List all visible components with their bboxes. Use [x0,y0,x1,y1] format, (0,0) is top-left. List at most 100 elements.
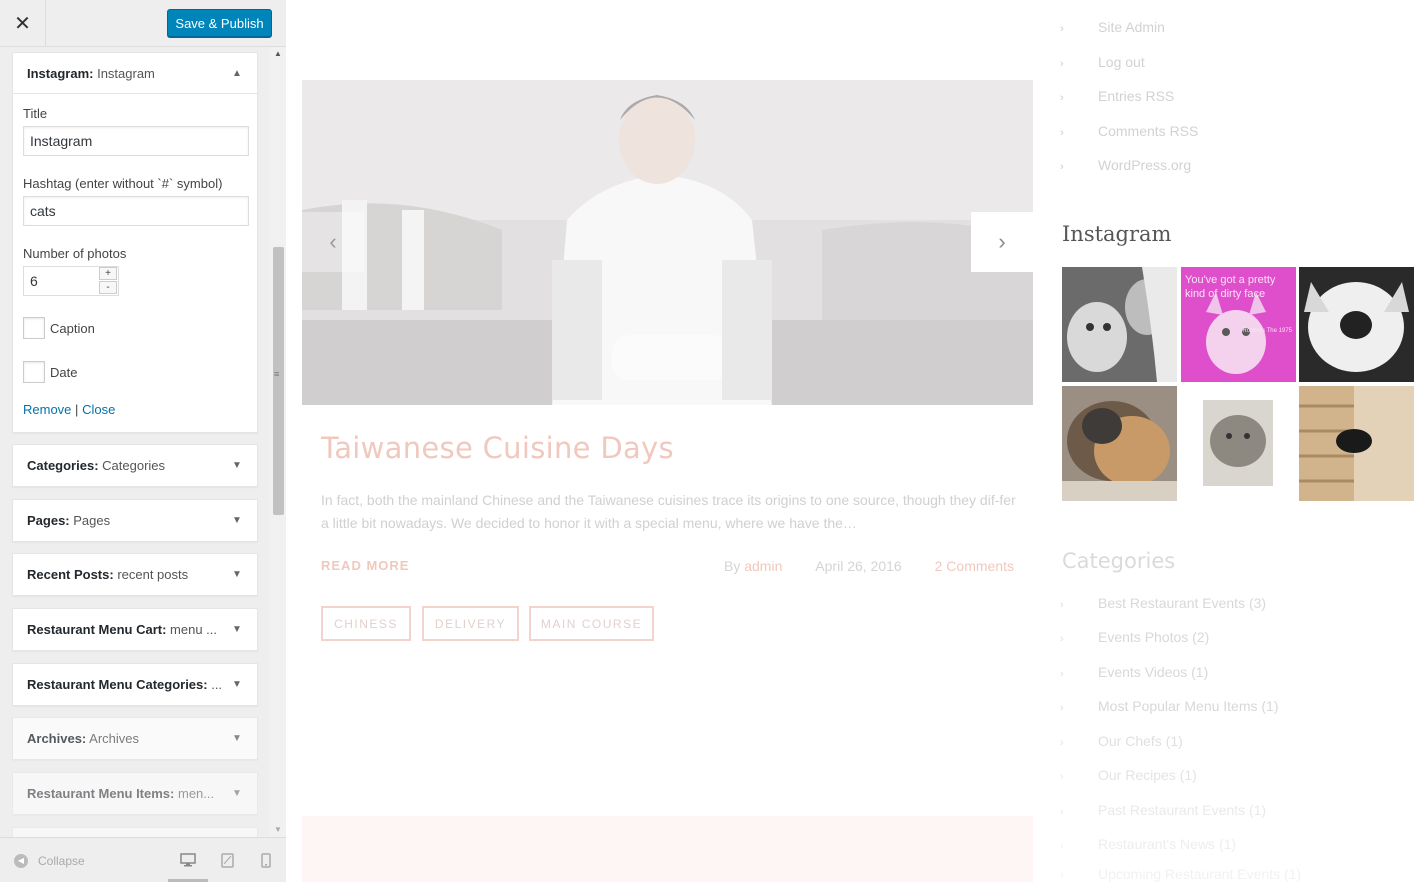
instagram-photo[interactable]: You've got a pretty kind of dirty face R… [1181,267,1296,382]
chevron-right-icon: › [1060,23,1064,35]
desktop-preview-icon[interactable] [180,853,196,870]
tag-chiness[interactable]: CHINESS [321,606,411,641]
comments-link[interactable]: 2 Comments [935,558,1014,574]
collapse-icon: ◀ [14,854,28,868]
scrollbar-thumb[interactable] [273,247,284,515]
meta-link-site-admin[interactable]: Site Admin [1098,19,1165,35]
meta-link-wordpress-org[interactable]: WordPress.org [1098,157,1191,173]
instagram-photo[interactable] [1181,386,1296,501]
post-date: April 26, 2016 [815,558,902,574]
widget-title-bold: Categories: [27,458,99,473]
increment-button[interactable]: + [99,267,117,280]
meta-link-comments-rss[interactable]: Comments RSS [1098,123,1198,139]
caption-checkbox[interactable] [23,317,45,339]
caret-down-icon: ▼ [232,788,242,799]
hashtag-label: Hashtag (enter without `#` symbol) [23,176,223,191]
widget-title-sub: ... [207,677,223,692]
remove-link[interactable]: Remove [23,402,71,417]
tag-main-course[interactable]: MAIN COURSE [529,606,654,641]
category-link[interactable]: Our Chefs (1) [1098,733,1183,749]
category-link[interactable]: Past Restaurant Events (1) [1098,802,1266,818]
widget-title-sub: men... [174,786,215,801]
actions-separator: | [75,402,79,417]
widget-next[interactable] [12,827,258,837]
scroll-up-icon[interactable]: ▲ [270,47,286,61]
widget-title-bold: Restaurant Menu Cart: [27,622,167,637]
widget-pages[interactable]: Pages: Pages ▼ [12,499,258,542]
date-checkbox[interactable] [23,361,45,383]
post-meta: By admin April 26, 2016 2 Comments [724,558,1014,574]
category-link[interactable]: Upcoming Restaurant Events (1) [1098,866,1301,882]
collapse-button[interactable]: ◀ Collapse [14,854,85,868]
widget-title-sub: Archives [86,731,139,746]
widget-title-bold: Archives: [27,731,87,746]
chevron-right-icon: › [1060,161,1064,173]
featured-slider: ‹ › [302,80,1033,405]
caret-down-icon: ▼ [232,624,242,635]
close-customizer-button[interactable]: ✕ [0,0,46,46]
category-link[interactable]: Best Restaurant Events (3) [1098,595,1266,611]
widget-archives[interactable]: Archives: Archives ▼ [12,717,258,760]
widget-title-sub: menu ... [166,622,217,637]
caret-down-icon: ▼ [232,679,242,690]
mobile-preview-icon[interactable] [261,853,271,871]
sidebar-scrollbar[interactable]: ▲ ▼ [270,47,286,837]
category-link[interactable]: Most Popular Menu Items (1) [1098,698,1279,714]
slider-prev-button[interactable]: ‹ [302,212,364,272]
category-link[interactable]: Restaurant's News (1) [1098,836,1236,852]
widget-restaurant-menu-cart[interactable]: Restaurant Menu Cart: menu ... ▼ [12,608,258,651]
chevron-right-icon: › [1060,599,1064,611]
widget-instagram-header[interactable]: Instagram: Instagram ▲ [13,53,257,94]
widget-recent-posts[interactable]: Recent Posts: recent posts ▼ [12,553,258,596]
instagram-photo[interactable] [1299,386,1414,501]
chevron-right-icon: › [1060,737,1064,749]
slider-next-button[interactable]: › [971,212,1033,272]
widget-title-sub: Instagram [93,65,155,81]
collapse-label: Collapse [38,854,85,868]
decrement-button[interactable]: - [99,281,117,294]
by-label: By [724,558,741,574]
close-link[interactable]: Close [82,402,115,417]
post-excerpt: In fact, both the mainland Chinese and t… [321,492,1016,531]
title-input[interactable] [23,126,249,156]
meta-link-entries-rss[interactable]: Entries RSS [1098,88,1174,104]
site-preview: ‹ › Taiwanese Cuisine Days In fact, both… [287,0,1427,882]
category-link[interactable]: Events Videos (1) [1098,664,1208,680]
date-option: Date [23,360,247,384]
instagram-photo[interactable] [1299,267,1414,382]
post-author: By admin [724,558,782,574]
caret-down-icon: ▼ [232,733,242,744]
author-link[interactable]: admin [744,558,782,574]
hashtag-input[interactable] [23,196,249,226]
instagram-photo[interactable] [1062,267,1177,382]
widget-restaurant-menu-items[interactable]: Restaurant Menu Items: men... ▼ [12,772,258,815]
widget-restaurant-menu-categories[interactable]: Restaurant Menu Categories: ... ▼ [12,663,258,706]
chevron-right-icon: › [1060,127,1064,139]
widget-title-sub: Categories [98,458,166,473]
chevron-left-icon: ‹ [329,229,337,254]
caption-option: Caption [23,316,247,340]
caret-down-icon: ▼ [232,515,242,526]
tablet-preview-icon[interactable] [221,853,234,871]
instagram-photo[interactable] [1062,386,1177,501]
category-link[interactable]: Our Recipes (1) [1098,767,1197,783]
chevron-right-icon: › [1060,840,1064,852]
widget-title-bold: Instagram: [27,65,94,81]
tag-delivery[interactable]: DELIVERY [422,606,519,641]
categories-heading: Categories [1062,549,1176,573]
meta-link-log-out[interactable]: Log out [1098,54,1145,70]
scroll-down-icon[interactable]: ▼ [270,823,286,837]
customizer-header: ✕ Save & Publish [0,0,286,47]
customizer-footer: ◀ Collapse [0,837,286,882]
widget-instagram-form: Title Hashtag (enter without `#` symbol)… [13,94,257,417]
post-title[interactable]: Taiwanese Cuisine Days [321,431,674,465]
chevron-right-icon: › [1060,771,1064,783]
widget-categories[interactable]: Categories: Categories ▼ [12,444,258,487]
save-publish-button[interactable]: Save & Publish [167,9,272,37]
instagram-overlay-credit: Robbers The 1975 [1242,328,1292,334]
widget-instagram: Instagram: Instagram ▲ Title Hashtag (en… [12,52,258,433]
instagram-overlay-text: You've got a pretty kind of dirty face [1185,274,1276,300]
category-link[interactable]: Events Photos (2) [1098,629,1209,645]
read-more-link[interactable]: READ MORE [321,558,409,573]
caret-up-icon[interactable]: ▲ [231,68,243,79]
